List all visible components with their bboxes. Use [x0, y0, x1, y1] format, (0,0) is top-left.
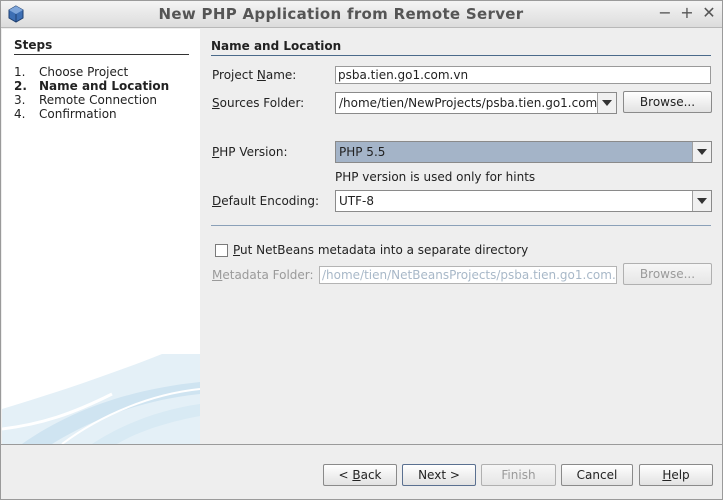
step-number: 3. — [14, 93, 26, 107]
sources-folder-combo[interactable]: /home/tien/NewProjects/psba.tien.go1.com… — [335, 92, 617, 114]
label-text: ut NetBeans metadata into a separate dir… — [240, 243, 529, 257]
close-icon[interactable]: ✕ — [700, 4, 718, 22]
button-mnemonic: H — [662, 468, 672, 482]
steps-heading: Steps — [14, 38, 189, 55]
step-item: 4. Confirmation — [14, 107, 117, 121]
label-mnemonic: P — [233, 243, 241, 257]
maximize-icon[interactable]: + — [678, 4, 696, 22]
default-encoding-label: Default Encoding: — [212, 194, 319, 208]
button-text: elp — [671, 468, 690, 482]
window-title: New PHP Application from Remote Server — [158, 5, 524, 23]
label-text: etadata Folder: — [222, 268, 314, 282]
label-mnemonic: D — [212, 194, 222, 208]
metadata-folder-input[interactable]: /home/tien/NetBeansProjects/psba.tien.go… — [319, 266, 617, 284]
name-location-panel: Name and Location Project Name: psba.tie… — [200, 29, 722, 444]
metadata-browse-button[interactable]: Browse... — [623, 263, 712, 285]
label-mnemonic: N — [256, 68, 266, 82]
button-text: < — [338, 468, 353, 482]
project-name-input[interactable]: psba.tien.go1.com.vn — [335, 66, 711, 84]
minimize-icon[interactable]: − — [656, 4, 674, 22]
panel-title: Name and Location — [211, 39, 711, 56]
chevron-down-icon[interactable] — [692, 191, 711, 211]
back-button[interactable]: < Back — [323, 464, 397, 486]
sources-browse-button[interactable]: Browse... — [623, 91, 712, 113]
label-mnemonic: S — [212, 96, 220, 110]
step-item: 3. Remote Connection — [14, 93, 157, 107]
encoding-select[interactable]: UTF-8 — [335, 190, 712, 212]
next-button[interactable]: Next > — [402, 464, 476, 486]
finish-button[interactable]: Finish — [481, 464, 556, 486]
metadata-folder-label: Metadata Folder: — [212, 268, 314, 282]
metadata-checkbox-label[interactable]: Put NetBeans metadata into a separate di… — [233, 243, 528, 257]
step-label: Choose Project — [39, 65, 129, 79]
step-number: 1. — [14, 65, 26, 79]
chevron-down-icon[interactable] — [692, 142, 711, 162]
sources-folder-value: /home/tien/NewProjects/psba.tien.go1.com… — [339, 96, 616, 110]
metadata-checkbox[interactable] — [215, 244, 228, 257]
button-mnemonic: B — [352, 468, 361, 482]
step-item: 1. Choose Project — [14, 65, 128, 79]
php-version-value: PHP 5.5 — [339, 145, 386, 159]
encoding-value: UTF-8 — [339, 194, 374, 208]
project-name-label: Project Name: — [212, 68, 296, 82]
step-item-current: 2. Name and Location — [14, 79, 169, 93]
label-text: ources Folder: — [219, 96, 305, 110]
step-label: Remote Connection — [39, 93, 158, 107]
label-text: ame: — [265, 68, 297, 82]
step-number: 2. — [14, 79, 27, 93]
cancel-button[interactable]: Cancel — [561, 464, 633, 486]
button-text: ack — [360, 468, 382, 482]
steps-panel: Steps 1. Choose Project 2. Name and Locati… — [2, 29, 200, 444]
sources-folder-label: Sources Folder: — [212, 96, 304, 110]
php-version-hint: PHP version is used only for hints — [335, 170, 536, 184]
chevron-down-icon[interactable] — [597, 93, 616, 113]
php-version-select[interactable]: PHP 5.5 — [335, 141, 712, 163]
step-label: Name and Location — [39, 79, 170, 93]
dialog-window: New PHP Application from Remote Server −… — [0, 0, 723, 500]
label-text: efault Encoding: — [221, 194, 320, 208]
label-text: Project — [212, 68, 257, 82]
label-text: HP Version: — [219, 145, 288, 159]
step-number: 4. — [14, 107, 26, 121]
title-bar: New PHP Application from Remote Server −… — [1, 1, 722, 28]
button-bar: < Back Next > Finish Cancel Help — [1, 444, 722, 499]
help-button[interactable]: Help — [639, 464, 713, 486]
wizard-decoration-graphic — [2, 354, 200, 444]
label-mnemonic: M — [212, 268, 223, 282]
step-label: Confirmation — [39, 107, 117, 121]
php-version-label: PHP Version: — [212, 145, 288, 159]
separator — [211, 225, 711, 226]
